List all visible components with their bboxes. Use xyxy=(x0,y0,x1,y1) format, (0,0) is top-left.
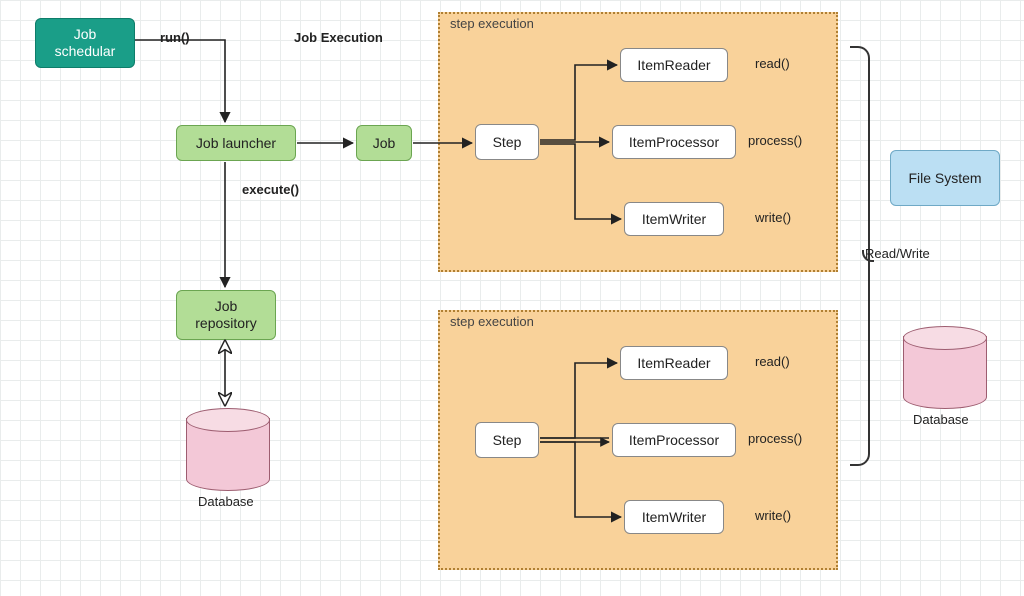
execute-label: execute() xyxy=(242,182,299,197)
item-processor-1: ItemProcessor xyxy=(612,125,736,159)
panel-1-title: step execution xyxy=(450,16,534,31)
job-scheduler-node: Job schedular xyxy=(35,18,135,68)
run-label: run() xyxy=(160,30,190,45)
panel-2-title: step execution xyxy=(450,314,534,329)
process-label-1: process() xyxy=(748,133,802,148)
database-cylinder xyxy=(186,408,268,488)
step-node-1: Step xyxy=(475,124,539,160)
write-label-1: write() xyxy=(755,210,791,225)
job-execution-label: Job Execution xyxy=(294,30,383,45)
item-processor-2: ItemProcessor xyxy=(612,423,736,457)
job-node: Job xyxy=(356,125,412,161)
file-system-node: File System xyxy=(890,150,1000,206)
item-writer-2: ItemWriter xyxy=(624,500,724,534)
database-label-1: Database xyxy=(198,494,254,509)
item-reader-1: ItemReader xyxy=(620,48,728,82)
item-writer-1: ItemWriter xyxy=(624,202,724,236)
write-label-2: write() xyxy=(755,508,791,523)
item-reader-2: ItemReader xyxy=(620,346,728,380)
read-label-1: read() xyxy=(755,56,790,71)
process-label-2: process() xyxy=(748,431,802,446)
job-launcher-node: Job launcher xyxy=(176,125,296,161)
job-repository-node: Job repository xyxy=(176,290,276,340)
database-label-2: Database xyxy=(913,412,969,427)
read-label-2: read() xyxy=(755,354,790,369)
read-write-label: Read/Write xyxy=(865,246,930,261)
database-cylinder-2 xyxy=(903,326,985,406)
step-node-2: Step xyxy=(475,422,539,458)
